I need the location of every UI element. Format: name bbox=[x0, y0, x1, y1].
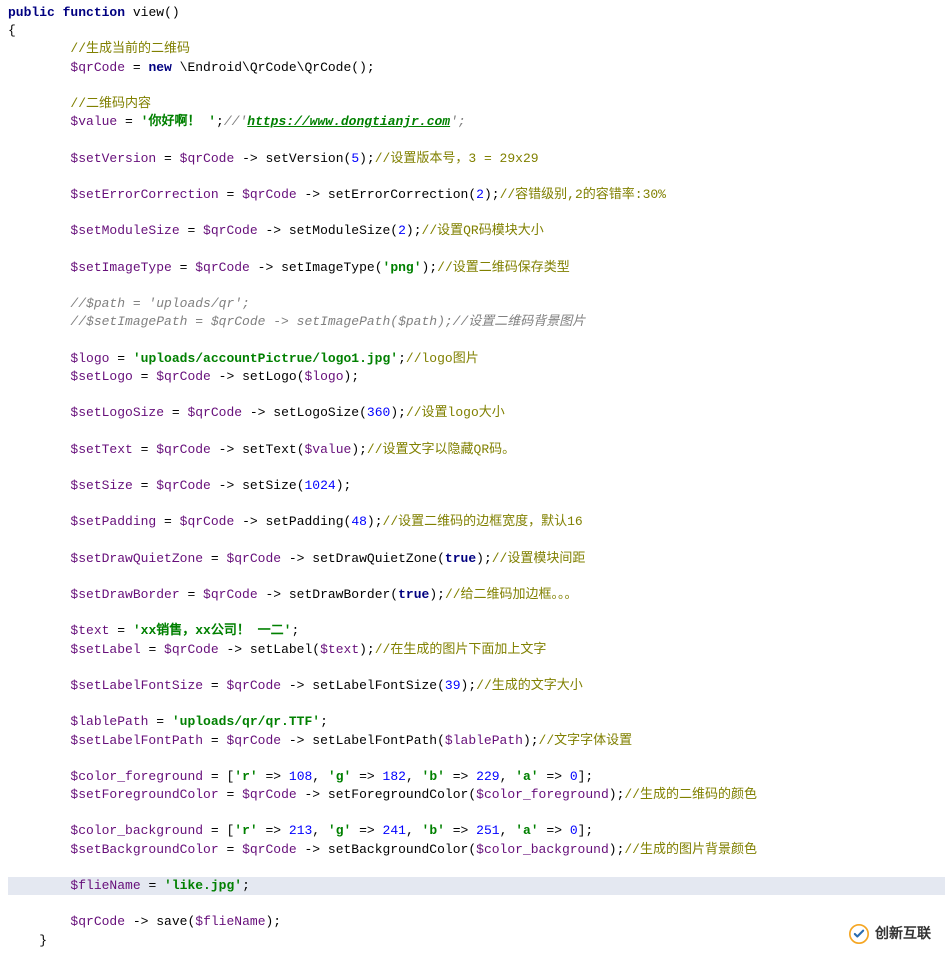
code-line: } bbox=[8, 933, 47, 948]
watermark: 创新互联 bbox=[841, 920, 939, 948]
comment: //设置文字以隐藏QR码。 bbox=[367, 442, 515, 457]
code-line: //$setImagePath = $qrCode -> setImagePat… bbox=[8, 314, 585, 329]
comment: //在生成的图片下面加上文字 bbox=[375, 642, 547, 657]
code-line: $setLogo = $qrCode -> setLogo($logo); bbox=[8, 369, 359, 384]
blank-line bbox=[8, 860, 16, 875]
code-line: public function view() bbox=[8, 5, 180, 20]
blank-line bbox=[8, 278, 16, 293]
blank-line bbox=[8, 696, 16, 711]
watermark-label: 创新互联 bbox=[875, 924, 931, 944]
code-line: $qrCode -> save($flieName); bbox=[8, 914, 281, 929]
string: '你好啊！ ' bbox=[141, 114, 216, 129]
comment: //logo图片 bbox=[406, 351, 479, 366]
code-line: $setModuleSize = $qrCode -> setModuleSiz… bbox=[8, 223, 544, 238]
code-line: $setPadding = $qrCode -> setPadding(48);… bbox=[8, 514, 583, 529]
code-line: $logo = 'uploads/accountPictrue/logo1.jp… bbox=[8, 351, 479, 366]
keyword-function: function bbox=[63, 5, 125, 20]
blank-line bbox=[8, 205, 16, 220]
comment: //文字字体设置 bbox=[539, 733, 633, 748]
code-line: $setLabelFontPath = $qrCode -> setLabelF… bbox=[8, 733, 632, 748]
code-line: $color_foreground = ['r' => 108, 'g' => … bbox=[8, 769, 593, 784]
blank-line bbox=[8, 460, 16, 475]
blank-line bbox=[8, 496, 16, 511]
blank-line bbox=[8, 751, 16, 766]
code-line: $lablePath = 'uploads/qr/qr.TTF'; bbox=[8, 714, 328, 729]
blank-line bbox=[8, 605, 16, 620]
comment: //设置版本号，3 = 29x29 bbox=[375, 151, 539, 166]
blank-line bbox=[8, 332, 16, 347]
variable: $value bbox=[70, 114, 117, 129]
variable: $qrCode bbox=[70, 60, 125, 75]
code-line: //$path = 'uploads/qr'; bbox=[8, 296, 250, 311]
blank-line bbox=[8, 241, 16, 256]
url-in-comment: https://www.dongtianjr.com bbox=[247, 114, 450, 129]
comment: //生成的二维码的颜色 bbox=[624, 787, 757, 802]
code-line: $setText = $qrCode -> setText($value);//… bbox=[8, 442, 515, 457]
comment: //$path = 'uploads/qr'; bbox=[70, 296, 249, 311]
code-line: $setVersion = $qrCode -> setVersion(5);/… bbox=[8, 151, 539, 166]
code-line: $setLabelFontSize = $qrCode -> setLabelF… bbox=[8, 678, 583, 693]
code-line: //二维码内容 bbox=[8, 96, 151, 111]
comment: //设置二维码的边框宽度，默认16 bbox=[383, 514, 583, 529]
code-line: $value = '你好啊！ ';//'https://www.dongtian… bbox=[8, 114, 466, 129]
blank-line bbox=[8, 569, 16, 584]
code-line: $setSize = $qrCode -> setSize(1024); bbox=[8, 478, 351, 493]
blank-line bbox=[8, 423, 16, 438]
comment: //设置QR码模块大小 bbox=[422, 223, 544, 238]
keyword-public: public bbox=[8, 5, 55, 20]
code-line: $setDrawQuietZone = $qrCode -> setDrawQu… bbox=[8, 551, 585, 566]
code-line: //生成当前的二维码 bbox=[8, 41, 190, 56]
comment: //生成当前的二维码 bbox=[70, 41, 190, 56]
highlighted-line: $flieName = 'like.jpg'; bbox=[8, 877, 945, 895]
comment: //给二维码加边框。。。 bbox=[445, 587, 578, 602]
code-block: public function view() { //生成当前的二维码 $qrC… bbox=[0, 0, 945, 954]
blank-line bbox=[8, 169, 16, 184]
comment: //设置二维码保存类型 bbox=[437, 260, 570, 275]
blank-line bbox=[8, 387, 16, 402]
keyword-new: new bbox=[148, 60, 171, 75]
comment: //设置logo大小 bbox=[406, 405, 505, 420]
code-line: $setBackgroundColor = $qrCode -> setBack… bbox=[8, 842, 757, 857]
comment: //生成的图片背景颜色 bbox=[624, 842, 757, 857]
blank-line bbox=[8, 805, 16, 820]
comment: //生成的文字大小 bbox=[476, 678, 583, 693]
blank-line bbox=[8, 660, 16, 675]
watermark-icon bbox=[849, 924, 869, 944]
blank-line bbox=[8, 532, 16, 547]
code-line: $setErrorCorrection = $qrCode -> setErro… bbox=[8, 187, 666, 202]
comment: //'https://www.dongtianjr.com'; bbox=[224, 114, 466, 129]
code-line: { bbox=[8, 23, 16, 38]
comment: //设置模块间距 bbox=[492, 551, 586, 566]
blank-line bbox=[8, 896, 16, 911]
blank-line bbox=[8, 78, 16, 93]
code-line: $setLabel = $qrCode -> setLabel($text);/… bbox=[8, 642, 546, 657]
comment: //$setImagePath = $qrCode -> setImagePat… bbox=[70, 314, 585, 329]
code-line: $text = 'xx销售，xx公司！ 一二'; bbox=[8, 623, 299, 638]
function-name: view bbox=[133, 5, 164, 20]
code-line: $setImageType = $qrCode -> setImageType(… bbox=[8, 260, 570, 275]
code-line: $color_background = ['r' => 213, 'g' => … bbox=[8, 823, 593, 838]
code-line: $setLogoSize = $qrCode -> setLogoSize(36… bbox=[8, 405, 505, 420]
code-line: $setForegroundColor = $qrCode -> setFore… bbox=[8, 787, 757, 802]
code-line: $qrCode = new \Endroid\QrCode\QrCode(); bbox=[8, 60, 375, 75]
code-line: $setDrawBorder = $qrCode -> setDrawBorde… bbox=[8, 587, 578, 602]
comment: //二维码内容 bbox=[70, 96, 151, 111]
comment: //容错级别,2的容错率:30% bbox=[500, 187, 666, 202]
blank-line bbox=[8, 132, 16, 147]
